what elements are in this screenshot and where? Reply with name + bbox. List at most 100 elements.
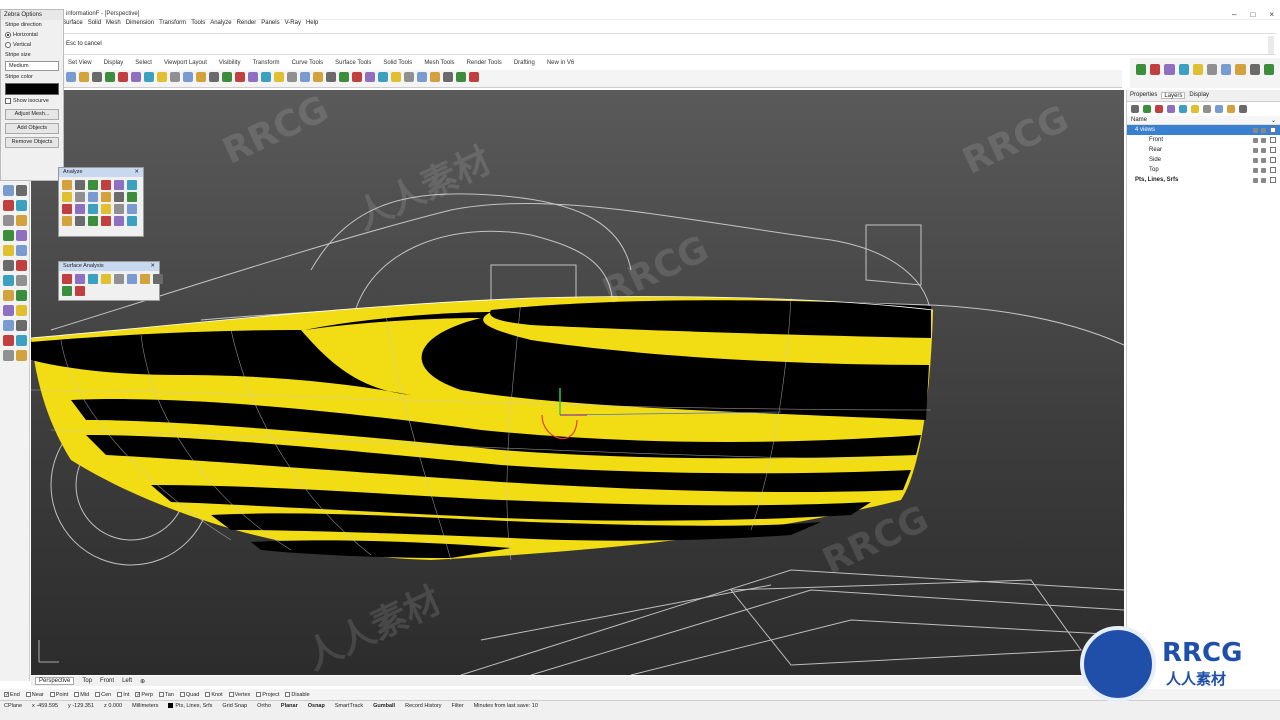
current-layer[interactable]: Pts, Lines, Srfs (168, 703, 212, 709)
layer-row[interactable]: Side (1127, 155, 1280, 165)
tab-display[interactable]: Display (98, 58, 130, 70)
tool-icon[interactable] (16, 335, 27, 346)
viewport-tab-left[interactable]: Left (122, 678, 132, 684)
toolbar-tool-icon[interactable] (352, 72, 362, 82)
checkbox-icon[interactable] (256, 691, 262, 697)
tool-icon[interactable] (16, 185, 27, 196)
tool-icon[interactable] (3, 305, 14, 316)
analyze-tool-icon[interactable] (62, 180, 72, 190)
surface-analysis-tool-icon[interactable] (153, 274, 163, 284)
analyze-tool-icon[interactable] (127, 204, 137, 214)
add-objects-button[interactable]: Add Objects (5, 123, 59, 134)
layer-color-swatch[interactable] (1270, 137, 1276, 143)
layer-color-swatch[interactable] (1270, 127, 1276, 133)
filter-toggle[interactable]: Filter (451, 703, 463, 709)
add-viewport-icon[interactable]: ⊕ (140, 678, 145, 685)
checkbox-icon[interactable] (205, 691, 211, 697)
menu-item-surface[interactable]: Surface (62, 20, 83, 32)
close-icon[interactable]: ✕ (150, 263, 155, 270)
stripe-size-select[interactable]: Medium (5, 61, 59, 71)
toolbar-tool-icon[interactable] (1164, 64, 1175, 75)
tool-icon[interactable] (16, 320, 27, 331)
tool-icon[interactable] (16, 350, 27, 361)
toolbar-tool-icon[interactable] (196, 72, 206, 82)
menu-item-solid[interactable]: Solid (88, 20, 101, 32)
panel-tab-display[interactable]: Display (1189, 92, 1209, 99)
toolbar-tool-icon[interactable] (274, 72, 284, 82)
toolbar-tool-icon[interactable] (235, 72, 245, 82)
toolbar-tool-icon[interactable] (1136, 64, 1147, 75)
layer-tool-icon[interactable] (1143, 105, 1151, 113)
layer-row[interactable]: 4 views (1127, 125, 1280, 135)
viewport-tab-top[interactable]: Top (82, 678, 92, 684)
tool-icon[interactable] (16, 305, 27, 316)
toolbar-tool-icon[interactable] (131, 72, 141, 82)
layer-tool-icon[interactable] (1239, 105, 1247, 113)
lock-icon[interactable] (1261, 147, 1266, 153)
surface-analysis-tool-icon[interactable] (88, 274, 98, 284)
surface-analysis-tool-icon[interactable] (62, 274, 72, 284)
bulb-icon[interactable] (1253, 177, 1258, 183)
surface-analysis-tool-icon[interactable] (114, 274, 124, 284)
osnap-vertex[interactable]: Vertex (228, 692, 250, 698)
toolbar-tool-icon[interactable] (157, 72, 167, 82)
panel-tab-properties[interactable]: Properties (1130, 92, 1157, 99)
lock-icon[interactable] (1261, 167, 1266, 173)
toolbar-tool-icon[interactable] (105, 72, 115, 82)
stripe-color-swatch[interactable] (5, 83, 59, 95)
analyze-tool-icon[interactable] (62, 216, 72, 226)
checkbox-icon[interactable] (117, 691, 123, 697)
lock-icon[interactable] (1261, 177, 1266, 183)
lock-icon[interactable] (1261, 137, 1266, 143)
grid-snap-toggle[interactable]: Grid Snap (222, 703, 247, 709)
layer-tool-icon[interactable] (1155, 105, 1163, 113)
osnap-quad[interactable]: Quad (179, 692, 199, 698)
toolbar-tool-icon[interactable] (469, 72, 479, 82)
checkbox-icon[interactable]: ✓ (135, 691, 141, 697)
tab-drafting[interactable]: Drafting (508, 58, 541, 70)
tab-surface-tools[interactable]: Surface Tools (329, 58, 377, 70)
analyze-tool-icon[interactable] (114, 180, 124, 190)
tool-icon[interactable] (16, 260, 27, 271)
analyze-tool-icon[interactable] (62, 204, 72, 214)
toolbar-tool-icon[interactable] (456, 72, 466, 82)
menu-item-analyze[interactable]: Analyze (210, 20, 231, 32)
tool-icon[interactable] (3, 335, 14, 346)
analyze-panel-header[interactable]: Analyze ✕ (59, 168, 143, 177)
toolbar-tool-icon[interactable] (417, 72, 427, 82)
tool-icon[interactable] (3, 350, 14, 361)
analyze-tool-icon[interactable] (101, 180, 111, 190)
surface-analysis-tool-icon[interactable] (75, 286, 85, 296)
bulb-icon[interactable] (1253, 127, 1258, 133)
toolbar-tool-icon[interactable] (378, 72, 388, 82)
checkbox-icon[interactable] (25, 691, 31, 697)
horizontal-radio[interactable]: Horizontal (1, 30, 63, 40)
toolbar-tool-icon[interactable] (222, 72, 232, 82)
bulb-icon[interactable] (1253, 157, 1258, 163)
osnap-point[interactable]: Point (49, 692, 68, 698)
tab-viewport-layout[interactable]: Viewport Layout (158, 58, 213, 70)
tool-icon[interactable] (3, 215, 14, 226)
analyze-tool-icon[interactable] (101, 216, 111, 226)
layer-color-swatch[interactable] (1270, 177, 1276, 183)
toolbar-tool-icon[interactable] (300, 72, 310, 82)
toolbar-tool-icon[interactable] (1235, 64, 1246, 75)
menu-item-help[interactable]: Help (306, 20, 318, 32)
osnap-perp[interactable]: ✓Perp (135, 692, 153, 698)
analyze-tool-icon[interactable] (75, 204, 85, 214)
toolbar-tool-icon[interactable] (1221, 64, 1232, 75)
analyze-tool-icon[interactable] (101, 192, 111, 202)
tool-icon[interactable] (3, 290, 14, 301)
toolbar-tool-icon[interactable] (339, 72, 349, 82)
tool-icon[interactable] (3, 230, 14, 241)
surface-analysis-header[interactable]: Surface Analysis ✕ (59, 262, 159, 271)
toolbar-tool-icon[interactable] (1192, 64, 1204, 75)
tool-icon[interactable] (16, 215, 27, 226)
toolbar-tool-icon[interactable] (261, 72, 271, 82)
remove-objects-button[interactable]: Remove Objects (5, 137, 59, 148)
panel-tab-layers[interactable]: Layers (1161, 92, 1186, 99)
toolbar-tool-icon[interactable] (118, 72, 128, 82)
tool-icon[interactable] (3, 260, 14, 271)
analyze-tool-icon[interactable] (75, 180, 85, 190)
analyze-tool-icon[interactable] (75, 216, 85, 226)
